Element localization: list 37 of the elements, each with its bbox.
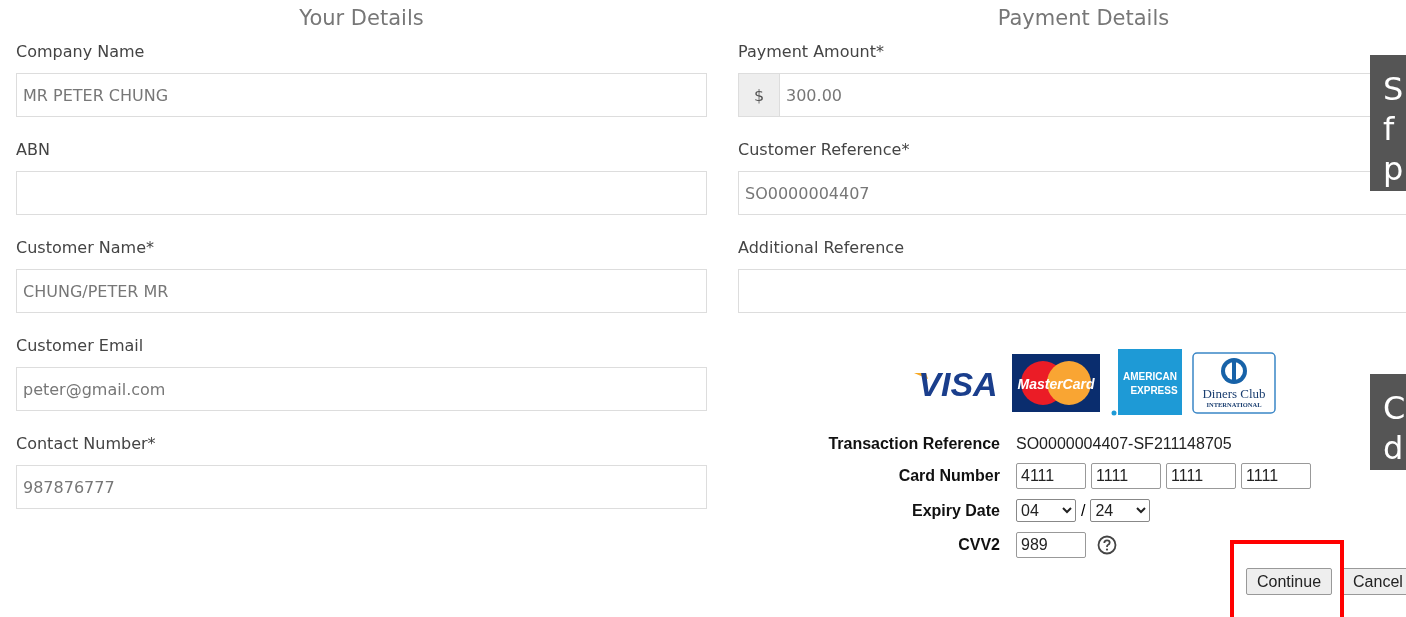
form-label: Card Number [898,467,1000,485]
field-label: Customer Email [16,335,144,357]
cancel-button[interactable]: Cancel [1342,568,1406,595]
year-select[interactable]: 24 [1090,499,1151,522]
tooltip-text: f [1383,109,1395,149]
visa-logo: VISA [911,363,1002,403]
tooltip-text: C [1383,388,1406,428]
card-number-field[interactable]: 1111 [1166,463,1236,489]
transaction-reference: SO0000004407-SF211148705 [1016,435,1232,453]
tooltip-text: d [1383,428,1404,468]
help-icon[interactable] [1097,535,1117,555]
form-label: CVV2 [958,536,1000,554]
field-label: ABN [16,139,50,161]
date-separator: / [1081,501,1086,520]
input-field[interactable]: CHUNG/PETER MR [17,270,706,312]
month-select[interactable]: 04 [1016,499,1076,522]
field-label: Additional Reference [738,237,904,259]
field-label: Customer Reference* [738,139,910,161]
form-label: Transaction Reference [828,435,1000,453]
card-number-field[interactable]: 4111 [1016,463,1086,489]
tooltip-text: S [1383,69,1404,109]
field-label: Payment Amount* [738,41,884,63]
amex-logo: AMERICAN EXPRESS [1109,349,1182,417]
card-number-field[interactable]: 1111 [1241,463,1311,489]
form-label: Expiry Date [911,501,1000,520]
currency-addon: $ [739,74,780,116]
input-field[interactable]: MR PETER CHUNG [17,74,706,116]
input-field[interactable]: peter@gmail.com [17,368,706,410]
section-title: Payment Details [997,5,1170,32]
cvv-field[interactable]: 989 [1016,532,1086,558]
section-title: Your Details [299,5,424,32]
field-label: Contact Number* [16,433,156,455]
input-field[interactable]: 987876777 [17,466,706,508]
field-label: Customer Name* [16,237,154,259]
card-number-field[interactable]: 1111 [1091,463,1161,489]
continue-button[interactable]: Continue [1246,568,1333,595]
field-label: Company Name [16,41,145,63]
